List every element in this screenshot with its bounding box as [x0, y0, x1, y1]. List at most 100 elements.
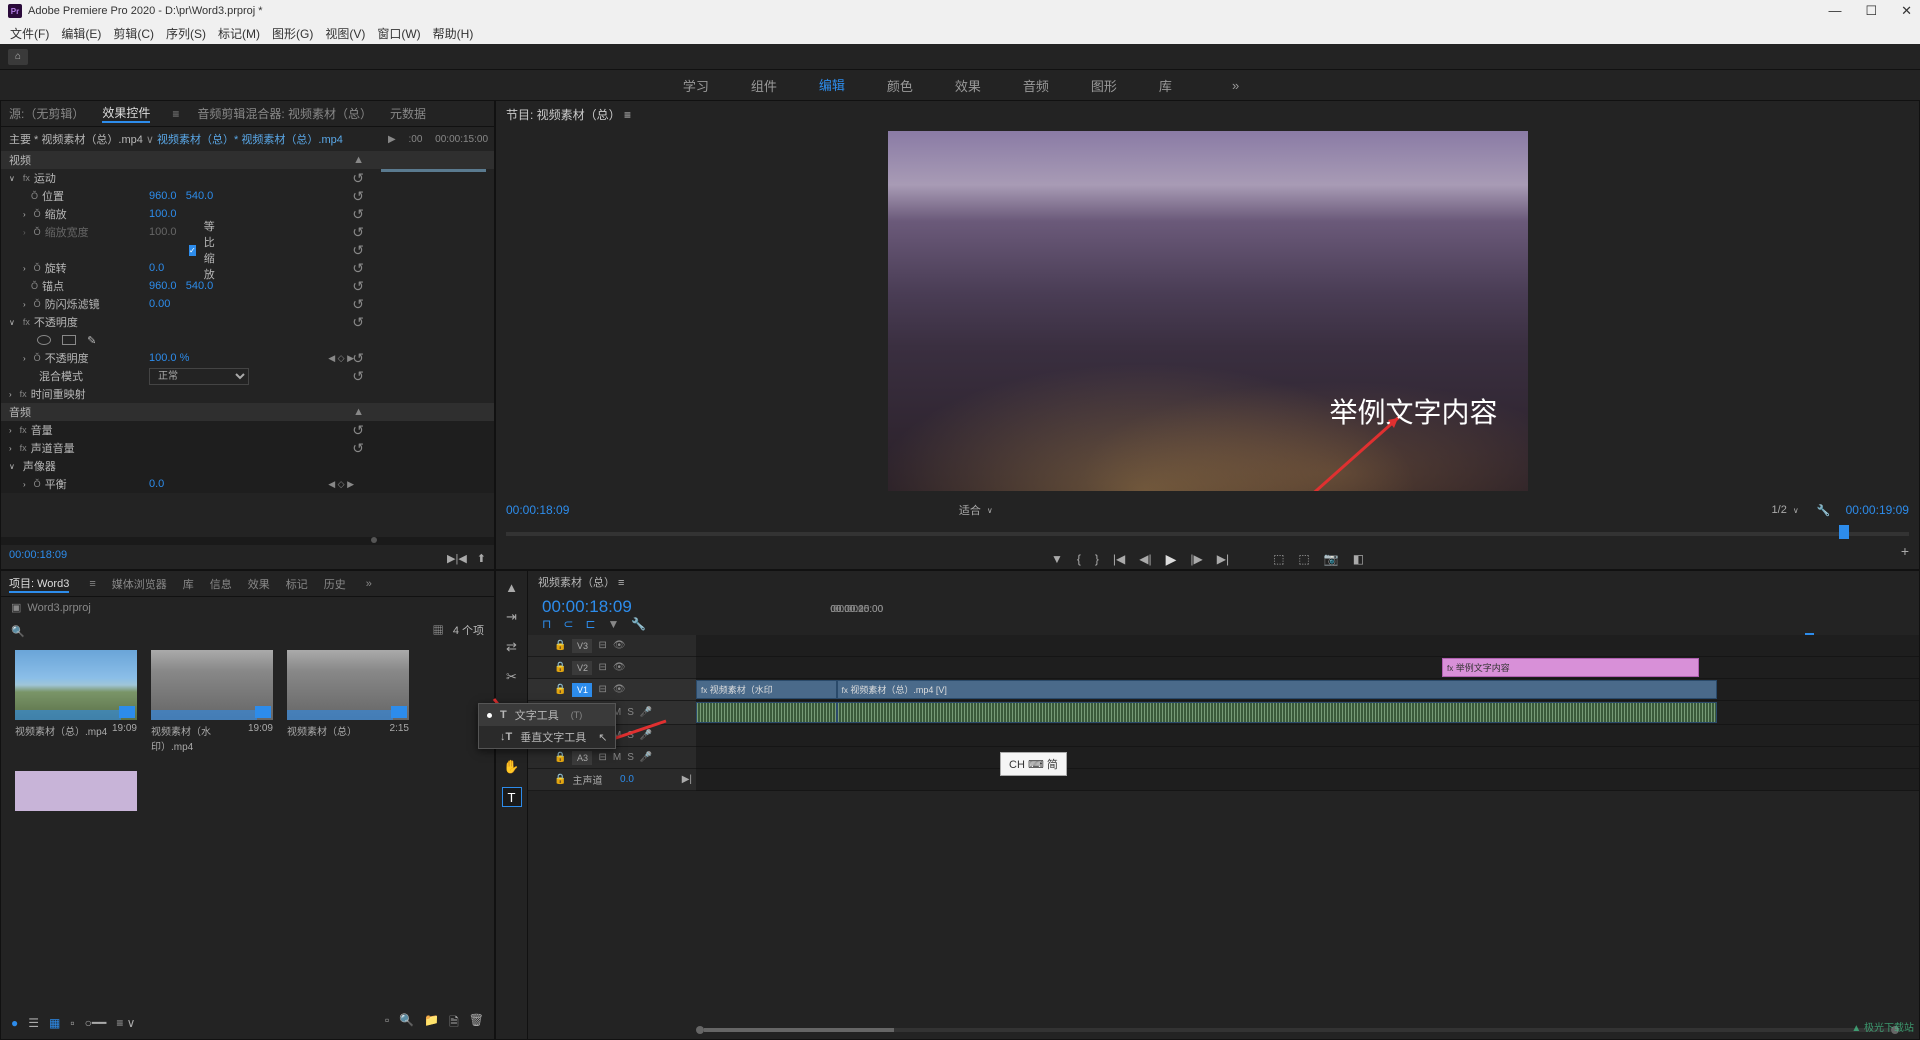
program-monitor[interactable]: 举例文字内容 — [888, 131, 1528, 491]
sort-icon[interactable]: ≡ ∨ — [116, 1016, 135, 1030]
ws-editing[interactable]: 编辑 — [817, 69, 847, 102]
marker-icon[interactable]: ▼ — [1051, 552, 1063, 566]
tab-libraries[interactable]: 库 — [183, 576, 194, 592]
mask-ellipse-icon[interactable] — [37, 335, 51, 345]
new-bin-icon[interactable]: 📁 — [424, 1013, 439, 1034]
home-icon[interactable]: ⌂ — [8, 49, 28, 65]
menu-clip[interactable]: 剪辑(C) — [107, 25, 160, 42]
text-clip[interactable]: fx 举例文字内容 — [1442, 658, 1699, 677]
ec-opacity[interactable]: 不透明度 — [34, 314, 78, 330]
wrench-icon[interactable]: 🔧 — [1817, 504, 1831, 517]
ws-libraries[interactable]: 库 — [1157, 70, 1174, 101]
ec-pos-x[interactable]: 960.0 — [149, 190, 177, 202]
ec-scrollbar[interactable] — [1, 537, 494, 545]
program-fit[interactable]: 适合 — [959, 502, 981, 518]
timeline-scrollbar[interactable] — [696, 1025, 1899, 1035]
menu-view[interactable]: 视图(V) — [319, 25, 371, 42]
freeform-view-icon[interactable]: ▫ — [70, 1016, 74, 1030]
track-select-tool[interactable]: ⇥ — [502, 607, 522, 627]
search-input[interactable] — [25, 623, 145, 638]
menu-sequence[interactable]: 序列(S) — [160, 25, 212, 42]
project-item[interactable]: 视频素材（总）.mp419:09 — [15, 650, 137, 753]
auto-seq-icon[interactable]: ▫ — [385, 1013, 389, 1034]
razor-tool[interactable]: ✂ — [502, 667, 522, 687]
minimize-button[interactable]: — — [1828, 3, 1841, 19]
audio-clip-wm[interactable] — [696, 702, 837, 723]
ec-anchor-y[interactable]: 540.0 — [186, 280, 214, 292]
step-fwd-icon[interactable]: |▶ — [1190, 552, 1202, 566]
marker-tl-icon[interactable]: ⊏ — [585, 617, 595, 631]
export-frame-icon[interactable]: 📷 — [1324, 552, 1339, 566]
program-ratio[interactable]: 1/2 — [1772, 504, 1787, 516]
ec-anchor-x[interactable]: 960.0 — [149, 280, 177, 292]
compare-icon[interactable]: ◧ — [1353, 552, 1364, 566]
ec-flicker-val[interactable]: 0.00 — [149, 298, 170, 310]
ec-rot-val[interactable]: 0.0 — [149, 262, 164, 274]
link-icon[interactable]: ⊂ — [563, 617, 573, 631]
uniform-scale-checkbox[interactable]: ✓ — [189, 245, 196, 256]
project-item-blank[interactable] — [15, 771, 137, 811]
ws-color[interactable]: 颜色 — [885, 70, 915, 101]
menu-marker[interactable]: 标记(M) — [212, 25, 266, 42]
menu-window[interactable]: 窗口(W) — [371, 25, 426, 42]
in-point-icon[interactable]: { — [1077, 552, 1081, 566]
menu-graphics[interactable]: 图形(G) — [266, 25, 319, 42]
ws-audio[interactable]: 音频 — [1021, 70, 1051, 101]
timeline-seq-name[interactable]: 视频素材（总） ≡ — [538, 574, 624, 590]
tab-metadata[interactable]: 元数据 — [390, 105, 426, 122]
program-add-button[interactable]: + — [1901, 543, 1909, 559]
ec-timecode[interactable]: 00:00:18:09 — [9, 549, 67, 561]
tab-markers[interactable]: 标记 — [286, 576, 308, 592]
ec-export-icon[interactable]: ⬆ — [477, 552, 486, 565]
proj-overflow-icon[interactable]: » — [366, 578, 372, 590]
ingest-icon[interactable]: ● — [11, 1016, 18, 1030]
vertical-text-tool-option[interactable]: ↓T 垂直文字工具 ↖ — [479, 726, 615, 748]
hand-tool[interactable]: ✋ — [502, 757, 522, 777]
video-clip-main[interactable]: fx 视频素材（总）.mp4 [V] — [837, 680, 1718, 699]
timeline-timecode[interactable]: 00:00:18:09 — [542, 597, 646, 617]
text-tool-option[interactable]: T 文字工具(T) — [479, 704, 615, 726]
ec-panner[interactable]: 声像器 — [23, 458, 56, 474]
ec-motion[interactable]: 运动 — [34, 170, 56, 186]
mask-pen-icon[interactable]: ✎ — [87, 334, 96, 347]
ec-chanvol[interactable]: 声道音量 — [31, 440, 75, 456]
ws-overflow-icon[interactable]: » — [1232, 78, 1239, 93]
mask-rect-icon[interactable] — [62, 335, 76, 345]
tab-source[interactable]: 源:（无剪辑） — [9, 105, 84, 122]
track-v1[interactable]: V1 — [572, 683, 592, 697]
tab-media-browser[interactable]: 媒体浏览器 — [112, 576, 167, 592]
blend-select[interactable]: 正常 — [149, 368, 249, 385]
type-tool[interactable]: T — [502, 787, 522, 807]
delete-icon[interactable]: 🗑 — [469, 1013, 484, 1034]
ec-seq-clip[interactable]: 视频素材（总）* 视频素材（总）.mp4 — [157, 134, 343, 146]
program-tc-left[interactable]: 00:00:18:09 — [506, 503, 569, 517]
tab-effects-panel[interactable]: 效果 — [248, 576, 270, 592]
tab-effect-controls[interactable]: 效果控件 — [102, 104, 150, 123]
ws-graphics[interactable]: 图形 — [1089, 70, 1119, 101]
ws-effects[interactable]: 效果 — [953, 70, 983, 101]
project-item[interactable]: 视频素材（总）2:15 — [287, 650, 409, 753]
bin-icon[interactable]: ▣ — [11, 601, 21, 614]
play-icon[interactable]: ▶ — [1166, 551, 1177, 568]
snap-icon[interactable]: ⊓ — [542, 617, 551, 631]
find-icon[interactable]: 🔍 — [399, 1013, 414, 1034]
wrench-tl-icon[interactable]: 🔧 — [631, 617, 646, 631]
ec-volume[interactable]: 音量 — [31, 422, 53, 438]
program-tc-right[interactable]: 00:00:19:09 — [1846, 503, 1909, 517]
tab-project[interactable]: 项目: Word3 — [9, 575, 69, 593]
panel-menu-icon[interactable]: ≡ — [172, 107, 179, 121]
program-scrubber[interactable] — [506, 525, 1909, 543]
maximize-button[interactable]: ☐ — [1865, 3, 1877, 19]
selection-tool[interactable]: ▲ — [502, 577, 522, 597]
program-playhead[interactable] — [1839, 525, 1849, 539]
menu-help[interactable]: 帮助(H) — [427, 25, 480, 42]
ripple-tool[interactable]: ⇄ — [502, 637, 522, 657]
ws-assembly[interactable]: 组件 — [749, 70, 779, 101]
tab-audio-mixer[interactable]: 音频剪辑混合器: 视频素材（总） — [197, 105, 372, 122]
menu-file[interactable]: 文件(F) — [4, 25, 55, 42]
step-back-icon[interactable]: ◀| — [1139, 552, 1151, 566]
view-mode-icon[interactable]: ▦ — [433, 625, 444, 637]
ec-pos-y[interactable]: 540.0 — [186, 190, 214, 202]
extract-icon[interactable]: ⬚ — [1298, 552, 1309, 566]
video-clip-wm[interactable]: fx 视频素材（水印 — [696, 680, 837, 699]
